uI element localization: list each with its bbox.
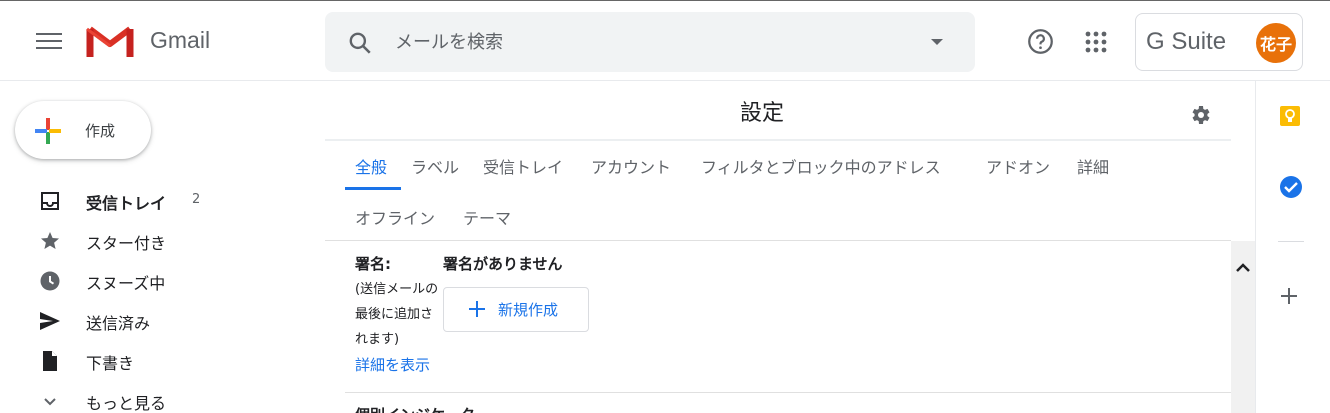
tab-offline[interactable]: オフライン bbox=[355, 205, 435, 229]
search-input[interactable] bbox=[395, 26, 915, 58]
chevron-down-icon bbox=[44, 398, 56, 406]
clock-icon bbox=[40, 271, 60, 291]
sidebar-item-label: もっと見る bbox=[86, 394, 167, 413]
signature-note: (送信メールの最後に追加されます) bbox=[355, 282, 439, 347]
gmail-wordmark: Gmail bbox=[150, 27, 211, 53]
sidebar-item-snoozed[interactable]: スヌーズ中 bbox=[0, 262, 300, 298]
title-divider bbox=[325, 139, 1231, 141]
search-bar bbox=[325, 12, 975, 72]
tab-addons[interactable]: アドオン bbox=[986, 154, 1050, 178]
plus-icon[interactable] bbox=[1280, 287, 1298, 305]
page-title: 設定 bbox=[740, 101, 785, 126]
chevron-up-icon[interactable] bbox=[1235, 261, 1251, 273]
tab-inbox[interactable]: 受信トレイ bbox=[483, 154, 563, 178]
side-panel bbox=[1255, 81, 1330, 413]
unread-count: 2 bbox=[192, 192, 201, 207]
tab-filters[interactable]: フィルタとブロック中のアドレス bbox=[701, 154, 941, 178]
sidebar-item-sent[interactable]: 送信済み bbox=[0, 302, 300, 338]
create-new-signature-button[interactable]: 新規作成 bbox=[443, 287, 589, 332]
active-tab-indicator bbox=[345, 187, 401, 190]
compose-label: 作成 bbox=[85, 122, 116, 140]
compose-plus-icon bbox=[35, 118, 61, 144]
tab-accounts[interactable]: アカウント bbox=[591, 154, 671, 178]
caret-down-icon[interactable] bbox=[931, 39, 943, 45]
keep-bulb-icon[interactable] bbox=[1279, 105, 1301, 127]
help-circle-icon[interactable] bbox=[1027, 28, 1054, 55]
next-setting-label: 個別インジケーター bbox=[355, 404, 490, 413]
tasks-check-icon[interactable] bbox=[1279, 175, 1303, 199]
side-panel-divider bbox=[1278, 241, 1304, 242]
sidebar-item-label: スヌーズ中 bbox=[86, 274, 166, 293]
send-icon bbox=[40, 312, 60, 330]
sidebar-item-more[interactable]: もっと見る bbox=[0, 382, 300, 413]
scrollbar[interactable] bbox=[1231, 241, 1255, 413]
no-signature-text: 署名がありません bbox=[443, 255, 563, 273]
draft-file-icon bbox=[43, 351, 57, 371]
tab-general[interactable]: 全般 bbox=[355, 154, 387, 178]
gsuite-label: G Suite bbox=[1146, 28, 1227, 55]
gear-icon[interactable] bbox=[1188, 103, 1212, 127]
sidebar-item-starred[interactable]: スター付き bbox=[0, 222, 300, 258]
top-header: Gmail G Suite 花子 bbox=[0, 0, 1330, 81]
star-icon bbox=[41, 232, 59, 249]
plus-icon bbox=[469, 301, 485, 317]
inbox-icon bbox=[41, 192, 59, 210]
signature-label: 署名: bbox=[355, 255, 391, 273]
tab-themes[interactable]: テーマ bbox=[463, 205, 511, 229]
sidebar-item-drafts[interactable]: 下書き bbox=[0, 342, 300, 378]
create-new-label: 新規作成 bbox=[498, 301, 559, 319]
sidebar-item-label: 下書き bbox=[86, 354, 135, 373]
tab-advanced[interactable]: 詳細 bbox=[1077, 154, 1109, 178]
apps-grid-icon[interactable] bbox=[1085, 31, 1107, 53]
sidebar-item-inbox[interactable]: 受信トレイ 2 bbox=[0, 182, 300, 218]
search-icon[interactable] bbox=[347, 30, 373, 56]
learn-more-link[interactable]: 詳細を表示 bbox=[355, 354, 430, 375]
gsuite-account-box[interactable]: G Suite 花子 bbox=[1135, 13, 1303, 71]
tab-labels[interactable]: ラベル bbox=[411, 154, 459, 178]
section-divider bbox=[345, 392, 1231, 393]
hamburger-menu-icon[interactable] bbox=[36, 30, 62, 52]
sidebar-item-label: 送信済み bbox=[86, 314, 151, 333]
avatar[interactable]: 花子 bbox=[1256, 23, 1296, 63]
sidebar-item-label: 受信トレイ bbox=[86, 194, 167, 213]
sidebar-item-label: スター付き bbox=[86, 234, 167, 253]
tabs-divider bbox=[325, 240, 1231, 241]
gmail-m-logo[interactable] bbox=[86, 23, 134, 59]
compose-button[interactable]: 作成 bbox=[15, 101, 151, 159]
